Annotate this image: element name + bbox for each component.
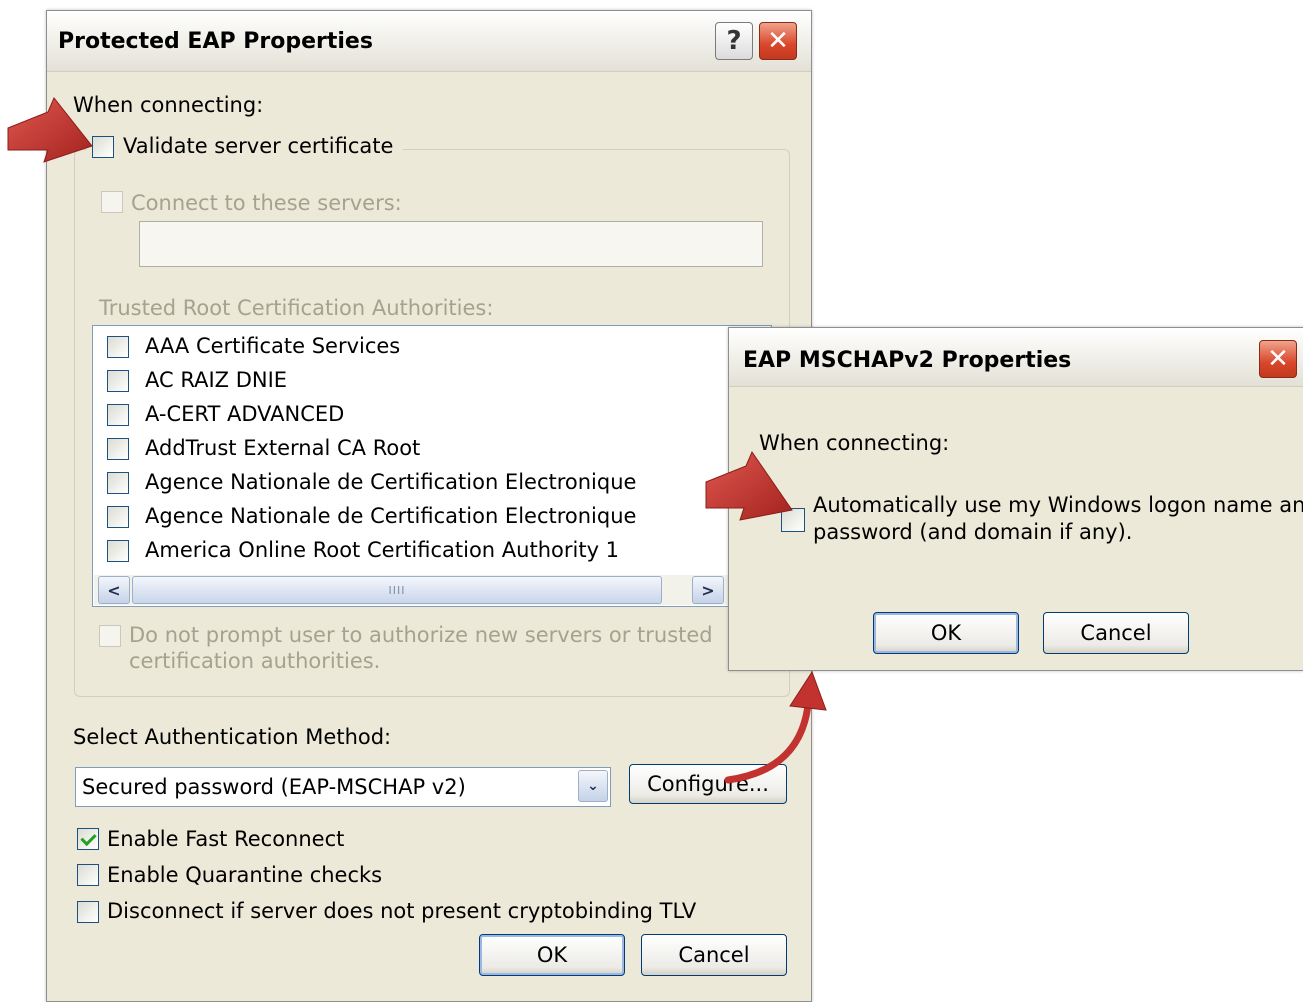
cryptobinding-checkbox[interactable] <box>77 901 99 923</box>
mschap-dialog-title: EAP MSCHAPv2 Properties <box>743 348 1072 373</box>
validate-cert-legend: Validate server certificate <box>87 133 404 165</box>
ca-checkbox[interactable] <box>107 438 129 460</box>
cancel-button[interactable]: Cancel <box>641 934 787 976</box>
no-prompt-label-line2: certification authorities. <box>129 649 381 673</box>
close-icon[interactable]: ✕ <box>1259 340 1297 378</box>
when-connecting-label: When connecting: <box>73 93 264 117</box>
mschap-titlebar[interactable]: EAP MSCHAPv2 Properties ✕ <box>729 328 1303 387</box>
select-auth-label: Select Authentication Method: <box>73 725 392 749</box>
trusted-ca-list[interactable]: AAA Certificate Services AC RAIZ DNIE A-… <box>92 325 772 607</box>
scroll-left-icon[interactable]: < <box>98 576 130 604</box>
no-prompt-checkbox[interactable] <box>99 625 121 647</box>
cryptobinding-label: Disconnect if server does not present cr… <box>107 899 697 923</box>
ca-checkbox[interactable] <box>107 472 129 494</box>
scroll-right-icon[interactable]: > <box>692 576 724 604</box>
auto-logon-checkbox[interactable] <box>781 508 805 532</box>
mschap-cancel-button[interactable]: Cancel <box>1043 612 1189 654</box>
auth-method-value: Secured password (EAP-MSCHAP v2) <box>82 775 466 799</box>
ca-label: AddTrust External CA Root <box>145 436 421 460</box>
ca-label: A-CERT ADVANCED <box>145 402 345 426</box>
ca-label: AAA Certificate Services <box>145 334 401 358</box>
ca-checkbox[interactable] <box>107 404 129 426</box>
ca-checkbox[interactable] <box>107 370 129 392</box>
connect-servers-label: Connect to these servers: <box>131 191 402 215</box>
peap-titlebar[interactable]: Protected EAP Properties ? ✕ <box>47 11 811 72</box>
mschap-dialog: EAP MSCHAPv2 Properties ✕ When connectin… <box>728 327 1303 671</box>
ca-checkbox[interactable] <box>107 506 129 528</box>
scrollbar-thumb[interactable]: IIII <box>132 576 662 604</box>
servers-input[interactable] <box>139 221 763 267</box>
close-icon[interactable]: ✕ <box>759 22 797 60</box>
quarantine-label: Enable Quarantine checks <box>107 863 383 887</box>
auto-logon-label-line1: Automatically use my Windows logon name … <box>813 493 1303 517</box>
horizontal-scrollbar[interactable]: < IIII > <box>94 575 770 605</box>
ca-label: Agence Nationale de Certification Electr… <box>145 504 637 528</box>
auto-logon-label-line2: password (and domain if any). <box>813 520 1133 544</box>
no-prompt-label-line1: Do not prompt user to authorize new serv… <box>129 623 713 647</box>
peap-dialog: Protected EAP Properties ? ✕ When connec… <box>46 10 812 1002</box>
help-icon[interactable]: ? <box>715 22 753 60</box>
quarantine-checkbox[interactable] <box>77 864 99 886</box>
ok-button[interactable]: OK <box>479 934 625 976</box>
mschap-ok-button[interactable]: OK <box>873 612 1019 654</box>
peap-dialog-title: Protected EAP Properties <box>58 29 373 54</box>
validate-cert-label: Validate server certificate <box>123 134 394 158</box>
ca-label: America Online Root Certification Author… <box>145 538 620 562</box>
validate-cert-checkbox[interactable] <box>92 136 114 158</box>
configure-button[interactable]: Configure... <box>629 764 787 804</box>
auth-method-select[interactable]: Secured password (EAP-MSCHAP v2) ⌄ <box>75 767 611 807</box>
ca-checkbox[interactable] <box>107 336 129 358</box>
mschap-when-connecting-label: When connecting: <box>759 431 950 455</box>
ca-label: AC RAIZ DNIE <box>145 368 288 392</box>
chevron-down-icon[interactable]: ⌄ <box>578 770 608 802</box>
ca-label: Agence Nationale de Certification Electr… <box>145 470 637 494</box>
fast-reconnect-checkbox[interactable] <box>77 828 99 850</box>
fast-reconnect-label: Enable Fast Reconnect <box>107 827 345 851</box>
trusted-root-label: Trusted Root Certification Authorities: <box>99 296 494 320</box>
ca-checkbox[interactable] <box>107 540 129 562</box>
connect-servers-checkbox[interactable] <box>101 191 123 213</box>
